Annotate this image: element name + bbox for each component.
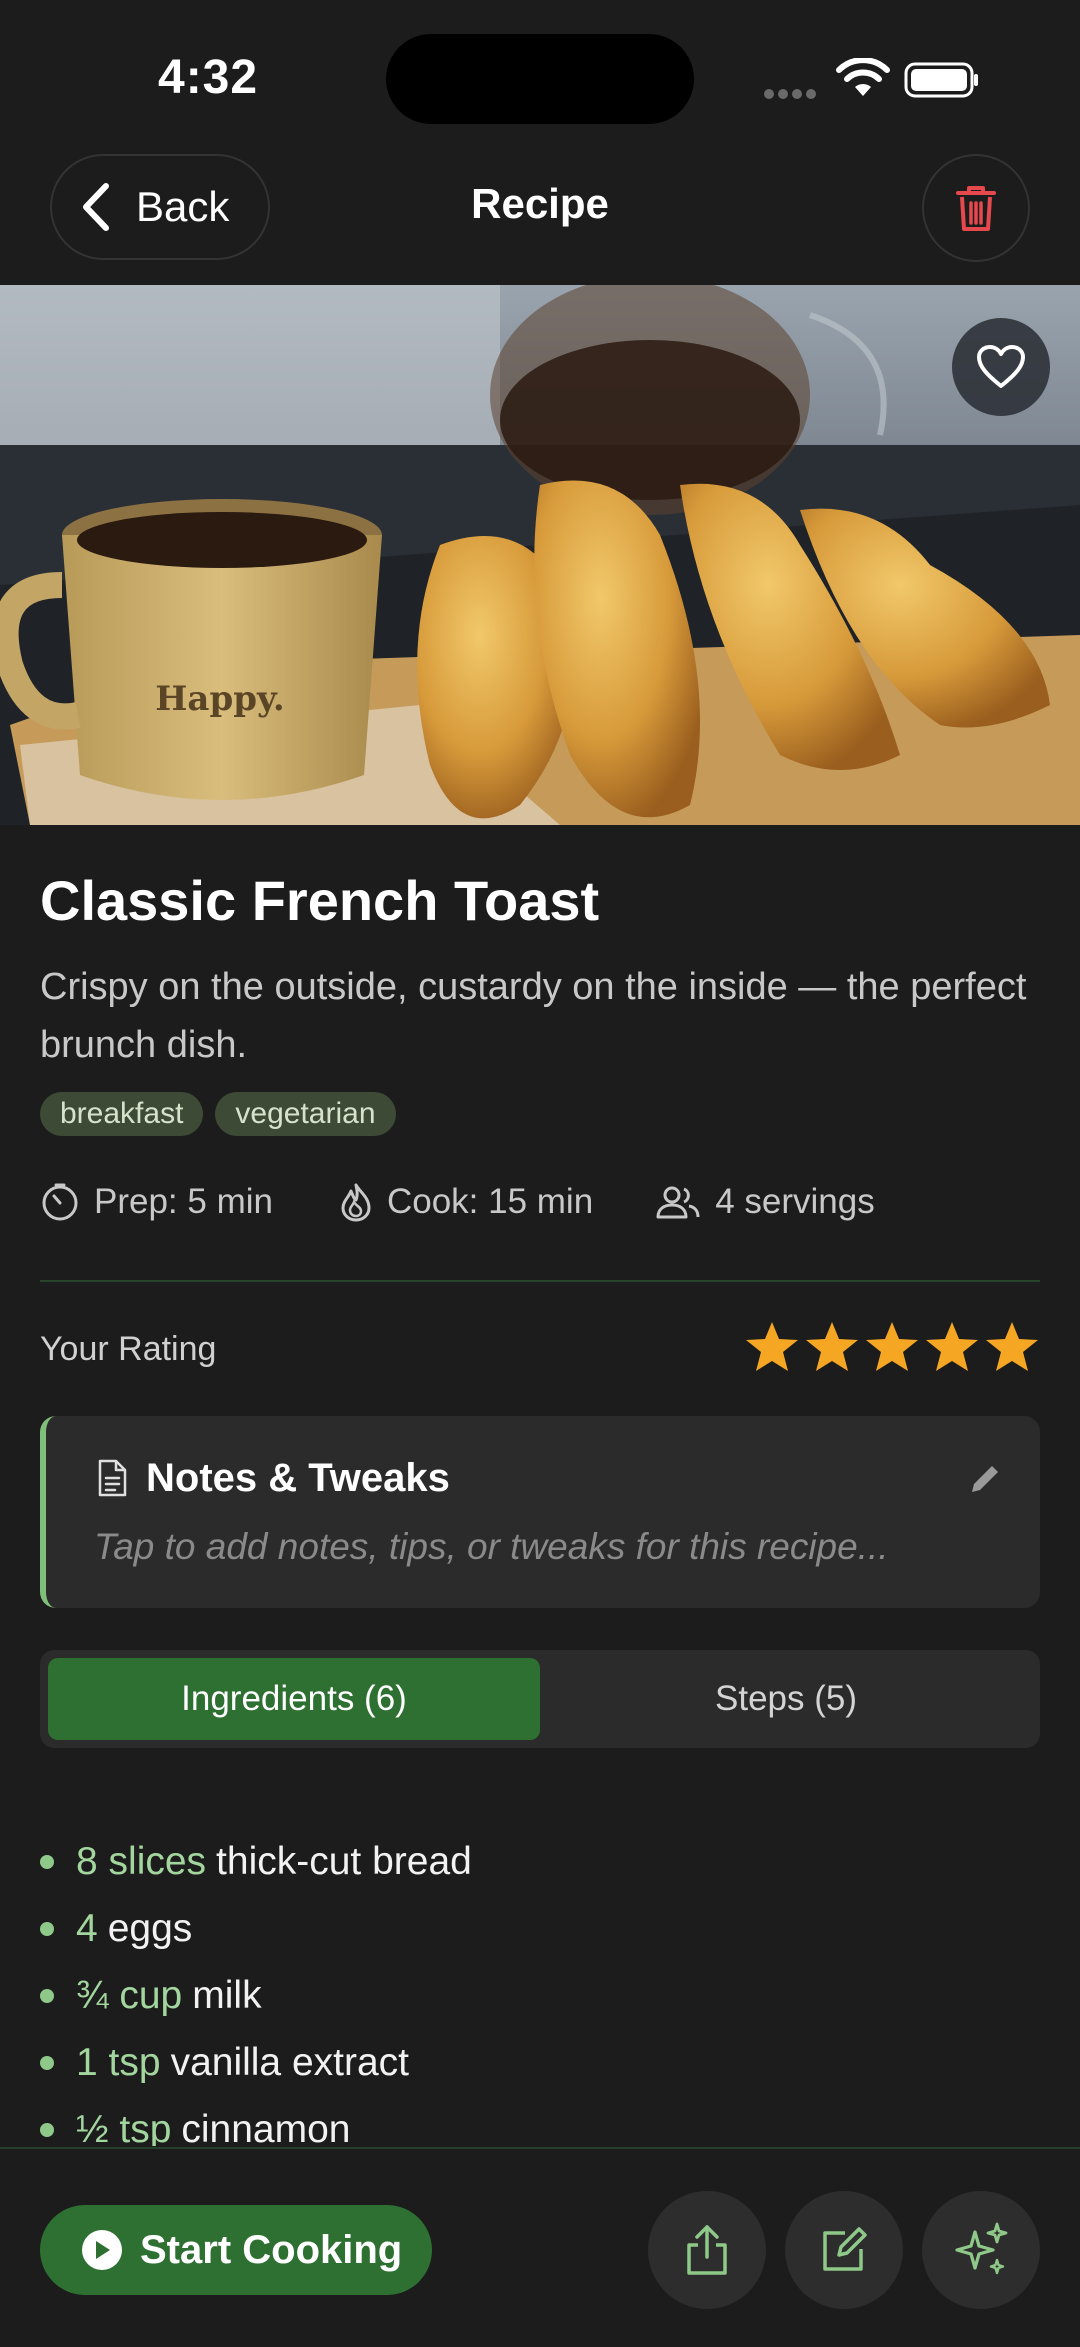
page-title: Recipe — [471, 180, 609, 227]
ingredient-name: eggs — [107, 1906, 193, 1950]
tab-bar: Ingredients (6) Steps (5) — [40, 1650, 1040, 1748]
flame-icon — [341, 1183, 371, 1222]
ingredient-name: thick-cut bread — [216, 1839, 472, 1883]
wifi-icon — [836, 58, 890, 96]
document-icon — [98, 1459, 127, 1497]
star-icon-2[interactable] — [804, 1320, 860, 1374]
bullet — [40, 2122, 54, 2137]
ai-assist-button[interactable] — [922, 2191, 1040, 2309]
heart-icon — [977, 345, 1025, 388]
ingredient-list: 8 slices thick-cut bread 4 eggs ¾ cup mi… — [40, 1828, 1040, 2146]
servings: 4 servings — [655, 1182, 875, 1222]
play-icon — [82, 2230, 122, 2270]
sparkles-icon — [955, 2222, 1008, 2275]
tag-breakfast[interactable]: breakfast — [40, 1092, 204, 1136]
recipe-title: Classic French Toast — [40, 869, 600, 932]
notes-card[interactable]: Notes & Tweaks Tap to add notes, tips, o… — [40, 1416, 1040, 1608]
bullet — [40, 2055, 54, 2070]
timer-icon — [42, 1183, 78, 1221]
recipe-description: Crispy on the outside, custardy on the i… — [40, 966, 1027, 1066]
list-item: 8 slices thick-cut bread — [40, 1828, 1040, 1895]
favorite-button[interactable] — [952, 318, 1050, 416]
edit-button[interactable] — [785, 2191, 903, 2309]
delete-button[interactable] — [922, 154, 1030, 262]
tab-ingredients[interactable]: Ingredients (6) — [48, 1658, 540, 1740]
status-time: 4:32 — [158, 51, 259, 104]
status-bar: 4:32 — [0, 0, 1080, 150]
ingredient-name: cinnamon — [181, 2107, 351, 2147]
pencil-icon[interactable] — [968, 1462, 1002, 1496]
rating-label: Your Rating — [40, 1330, 217, 1368]
tab-steps[interactable]: Steps (5) — [540, 1658, 1032, 1740]
trash-icon — [956, 186, 996, 231]
notes-placeholder: Tap to add notes, tips, or tweaks for th… — [94, 1526, 889, 1567]
list-item: ½ tsp cinnamon — [40, 2096, 1040, 2146]
list-item: ¾ cup milk — [40, 1962, 1040, 2029]
bottom-action-bar: Start Cooking — [0, 2147, 1080, 2347]
divider — [40, 1280, 1040, 1282]
list-item: 1 tsp vanilla extract — [40, 2029, 1040, 2096]
prep-time-label: Prep: 5 min — [94, 1182, 273, 1221]
mug-text: Happy. — [155, 679, 284, 719]
bullet — [40, 1854, 54, 1869]
servings-label: 4 servings — [715, 1182, 875, 1221]
recipe-screen: 4:32 Back Recipe Happy. Classic French T… — [0, 0, 1080, 2347]
prep-time: Prep: 5 min — [40, 1182, 273, 1222]
star-icon-5[interactable] — [984, 1320, 1040, 1374]
navigation-bar: Back Recipe — [0, 150, 1080, 285]
star-rating[interactable] — [744, 1320, 1040, 1374]
ingredient-quantity: 1 tsp — [76, 2040, 161, 2084]
share-icon — [687, 2225, 727, 2275]
bullet — [40, 1988, 54, 2003]
start-cooking-button[interactable]: Start Cooking — [40, 2205, 432, 2295]
recipe-photo: Happy. — [0, 285, 1080, 825]
dynamic-island — [386, 34, 694, 124]
tag-vegetarian[interactable]: vegetarian — [215, 1092, 396, 1136]
star-icon-4[interactable] — [924, 1320, 980, 1374]
start-cooking-label: Start Cooking — [140, 2227, 403, 2272]
star-icon-1[interactable] — [744, 1320, 800, 1374]
list-item: 4 eggs — [40, 1895, 1040, 1962]
ingredient-quantity: ½ tsp — [76, 2107, 172, 2147]
cellular-signal-icon — [764, 86, 820, 104]
cook-time: Cook: 15 min — [339, 1182, 593, 1222]
share-button[interactable] — [648, 2191, 766, 2309]
recipe-meta: Prep: 5 min Cook: 15 min 4 servings — [40, 1182, 875, 1222]
ingredient-quantity: ¾ cup — [76, 1973, 183, 2017]
notes-title: Notes & Tweaks — [146, 1456, 450, 1500]
ingredient-quantity: 4 — [76, 1906, 98, 1950]
ingredient-name: vanilla extract — [170, 2040, 409, 2084]
tag-list: breakfast vegetarian — [40, 1092, 396, 1136]
star-icon-3[interactable] — [864, 1320, 920, 1374]
edit-icon — [823, 2227, 867, 2271]
bullet — [40, 1921, 54, 1936]
battery-icon — [904, 62, 978, 98]
ingredient-name: milk — [192, 1973, 262, 2017]
people-icon — [656, 1186, 700, 1219]
ingredient-quantity: 8 slices — [76, 1839, 207, 1883]
cook-time-label: Cook: 15 min — [386, 1182, 594, 1221]
